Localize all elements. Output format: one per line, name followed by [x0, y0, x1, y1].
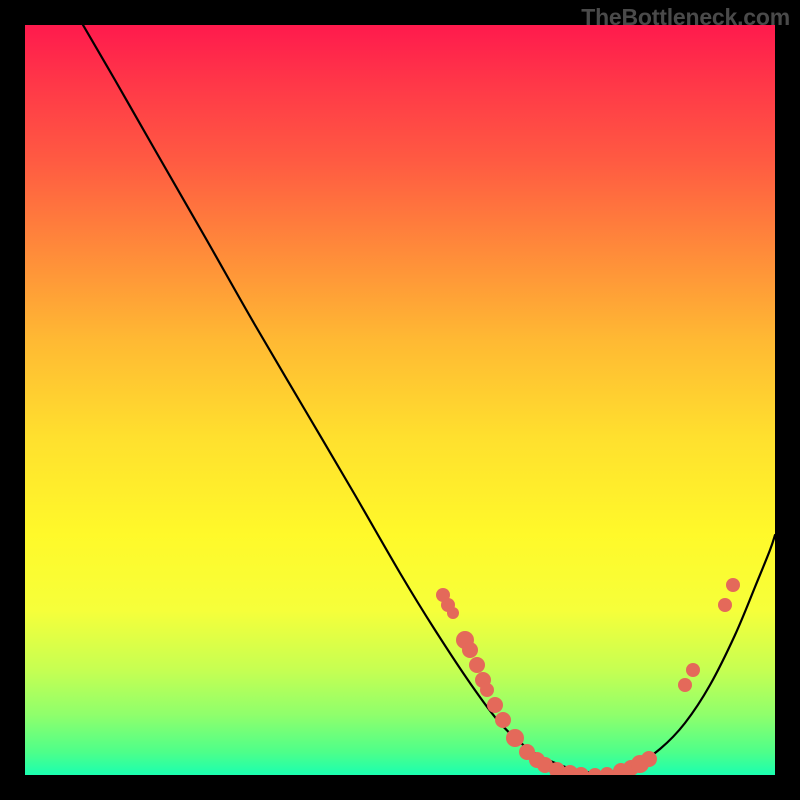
- marker-dot: [600, 767, 614, 775]
- marker-dot: [506, 729, 524, 747]
- markers-group: [436, 578, 740, 775]
- chart-area: [25, 25, 775, 775]
- chart-svg: [25, 25, 775, 775]
- marker-dot: [726, 578, 740, 592]
- marker-dot: [480, 683, 494, 697]
- marker-dot: [678, 678, 692, 692]
- marker-dot: [487, 697, 503, 713]
- marker-dot: [447, 607, 459, 619]
- bottleneck-curve: [83, 25, 775, 773]
- marker-dot: [469, 657, 485, 673]
- watermark-text: TheBottleneck.com: [581, 4, 790, 31]
- marker-dot: [462, 642, 478, 658]
- marker-dot: [495, 712, 511, 728]
- marker-dot: [588, 768, 602, 775]
- marker-dot: [641, 751, 657, 767]
- marker-dot: [686, 663, 700, 677]
- marker-dot: [718, 598, 732, 612]
